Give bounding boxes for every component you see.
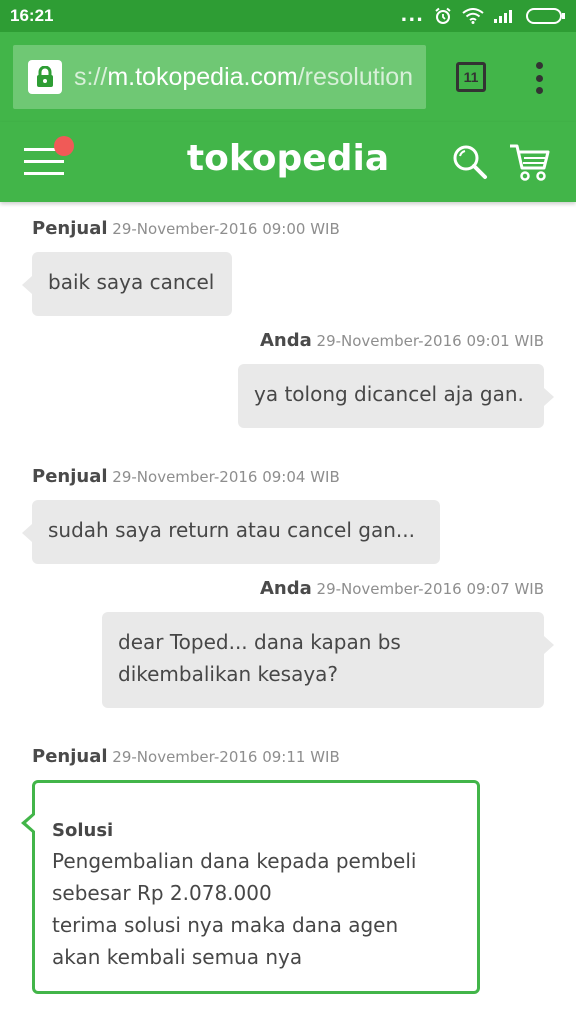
message-bubble: dear Toped... dana kapan bs dikembalikan… [102, 612, 554, 708]
alarm-icon [435, 7, 451, 24]
battery-icon [526, 8, 565, 24]
message-author: Penjual [32, 218, 108, 239]
message-meta: Penjual 29-November-2016 09:00 WIB [32, 218, 340, 239]
message-author: Anda [259, 578, 312, 599]
message-meta: Anda 29-November-2016 09:07 WIB [260, 578, 544, 599]
solution-line: Pengembalian dana kepada pembeli [52, 849, 417, 873]
url-scheme: s:// [74, 62, 108, 91]
message-bubble: sudah saya return atau cancel gan... [22, 500, 440, 564]
message-meta: Anda 29-November-2016 09:01 WIB [260, 330, 544, 351]
tokopedia-logo[interactable]: tokopedia [0, 138, 576, 179]
message-timestamp: 29-November-2016 09:07 WIB [316, 580, 544, 598]
message-bubble: baik saya cancel [22, 252, 232, 316]
status-icons: ... [400, 7, 566, 25]
address-bar[interactable]: s://m.tokopedia.com/resolution [13, 45, 426, 109]
message-timestamp: 29-November-2016 09:00 WIB [112, 220, 340, 238]
url-path: /resolution [297, 62, 414, 91]
tab-switcher-button[interactable]: 11 [456, 62, 486, 92]
url-text[interactable]: s://m.tokopedia.com/resolution [74, 63, 413, 92]
message-author: Penjual [32, 746, 108, 767]
browser-toolbar: s://m.tokopedia.com/resolution 11 [0, 32, 576, 122]
app-header: tokopedia [0, 122, 576, 202]
solution-line: akan kembali semua nya [52, 945, 303, 969]
solution-card: Solusi Pengembalian dana kepada pembeli … [21, 780, 480, 994]
message-timestamp: 29-November-2016 09:11 WIB [112, 748, 340, 766]
lock-icon[interactable] [28, 60, 62, 94]
message-meta: Penjual 29-November-2016 09:04 WIB [32, 466, 340, 487]
solution-line: sebesar Rp 2.078.000 [52, 881, 272, 905]
status-bar: 16:21 ... [0, 0, 576, 32]
status-time: 16:21 [10, 6, 54, 25]
browser-menu-icon[interactable] [533, 62, 545, 94]
notification-dot [54, 136, 74, 156]
message-timestamp: 29-November-2016 09:04 WIB [112, 468, 340, 486]
search-icon[interactable] [452, 144, 488, 180]
signal-icon [494, 10, 512, 23]
wifi-icon [462, 8, 484, 24]
solution-title: Solusi [52, 820, 114, 841]
resolution-chat: Penjual 29-November-2016 09:00 WIB baik … [0, 202, 576, 1024]
message-meta: Penjual 29-November-2016 09:11 WIB [32, 746, 340, 767]
more-notifications-icon: ... [400, 5, 424, 26]
cart-icon[interactable] [508, 142, 550, 182]
message-author: Anda [259, 330, 312, 351]
message-bubble: ya tolong dicancel aja gan. [238, 364, 554, 428]
message-timestamp: 29-November-2016 09:01 WIB [316, 332, 544, 350]
url-host: m.tokopedia.com [107, 62, 298, 91]
message-line: dikembalikan kesaya? [118, 662, 339, 686]
solution-line: terima solusi nya maka dana agen [52, 913, 399, 937]
message-line: dear Toped... dana kapan bs [118, 630, 401, 654]
message-author: Penjual [32, 466, 108, 487]
